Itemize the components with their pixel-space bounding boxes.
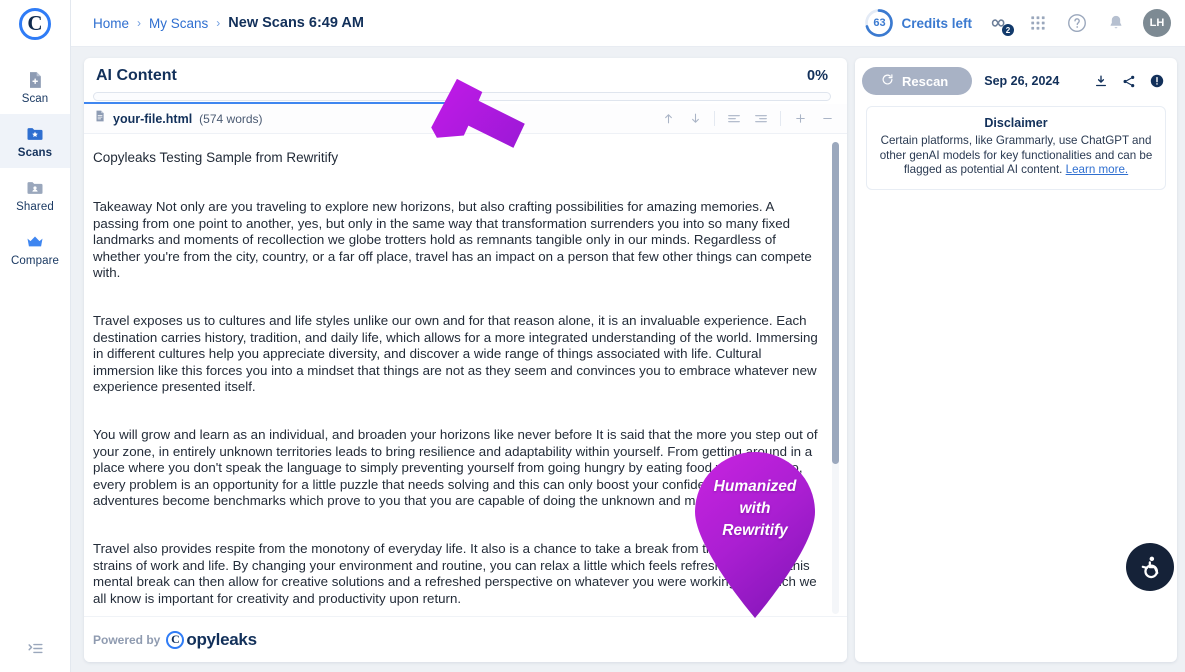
chevron-right-icon: › — [137, 16, 142, 30]
disclaimer-box: Disclaimer Certain platforms, like Gramm… — [866, 106, 1166, 190]
apps-grid-icon[interactable] — [1026, 11, 1050, 35]
credits-count: 63 — [873, 17, 886, 29]
breadcrumb-item-current: New Scans 6:49 AM — [228, 15, 364, 31]
scan-document-icon — [25, 70, 45, 90]
panel-tool-buttons — [1093, 73, 1165, 89]
align-right-icon[interactable] — [753, 111, 769, 127]
active-tab-underline — [84, 102, 446, 104]
scan-result-card: AI Content 0% your-file.html (574 words) — [84, 58, 847, 662]
breadcrumb-item-home[interactable]: Home — [93, 16, 129, 31]
document-paragraph: Travel exposes us to cultures and life s… — [93, 312, 818, 395]
document-title: Copyleaks Testing Sample from Rewritify — [93, 150, 339, 165]
header-actions: 63 Credits left 2 LH — [864, 8, 1171, 38]
sidebar-collapse-button[interactable] — [0, 639, 71, 658]
infinity-icon[interactable]: 2 — [987, 11, 1014, 36]
learn-more-link[interactable]: Learn more. — [1066, 163, 1129, 176]
document-body: Copyleaks Testing Sample from Rewritify … — [84, 134, 847, 628]
top-header: Home › My Scans › New Scans 6:49 AM 63 C… — [71, 0, 1185, 47]
breadcrumb-item-my-scans[interactable]: My Scans — [149, 16, 208, 31]
copyleaks-logo-icon: C — [19, 7, 51, 40]
credits-label: Credits left — [901, 15, 972, 31]
sidebar-item-scans[interactable]: Scans — [0, 114, 70, 168]
sidebar-item-label: Compare — [11, 254, 59, 267]
arrow-down-icon[interactable] — [687, 111, 703, 127]
rescan-row: Rescan Sep 26, 2024 — [855, 58, 1177, 104]
sidebar-item-scan[interactable]: Scan — [0, 60, 70, 114]
ai-content-progress-bar — [93, 92, 831, 101]
app-logo[interactable]: C — [0, 0, 70, 47]
share-icon[interactable] — [1121, 73, 1137, 89]
document-scrollbar-thumb[interactable] — [832, 142, 839, 464]
refresh-icon — [880, 72, 895, 90]
infinity-badge: 2 — [1002, 24, 1014, 36]
folder-user-icon — [25, 178, 45, 198]
toolbar-divider — [714, 111, 715, 126]
arrow-up-icon[interactable] — [660, 111, 676, 127]
download-icon[interactable] — [1093, 73, 1109, 89]
ai-title-row: AI Content 0% — [93, 67, 831, 85]
document-paragraph: Takeaway Not only are you traveling to e… — [93, 199, 812, 281]
align-left-icon[interactable] — [726, 111, 742, 127]
zoom-in-icon[interactable] — [792, 111, 808, 127]
file-toolbar: your-file.html (574 words) — [84, 104, 847, 134]
copyleaks-logo-icon: C — [166, 630, 185, 649]
document-scrollbar[interactable] — [832, 142, 839, 614]
left-sidebar: C Scan Scans Shared Compare — [0, 0, 71, 672]
document-paragraph: Travel also provides respite from the mo… — [93, 540, 817, 606]
file-html-icon — [93, 109, 107, 128]
bell-icon[interactable] — [1104, 11, 1128, 35]
sidebar-item-label: Shared — [16, 200, 54, 213]
alert-info-icon[interactable] — [1149, 73, 1165, 89]
disclaimer-title: Disclaimer — [984, 116, 1048, 130]
credits-ring-icon: 63 — [864, 8, 894, 38]
file-name: your-file.html — [113, 111, 193, 126]
file-tool-buttons — [660, 111, 835, 127]
accessibility-wheelchair-icon — [1141, 556, 1158, 578]
copyleaks-brand-name: opyleaks — [186, 629, 257, 649]
disclaimer-text: Certain platforms, like Grammarly, use C… — [877, 134, 1155, 178]
folder-star-icon — [25, 124, 45, 144]
zoom-out-icon[interactable] — [819, 111, 835, 127]
rescan-label: Rescan — [902, 73, 949, 89]
collapse-menu-icon — [28, 643, 43, 654]
ai-content-header: AI Content 0% — [84, 58, 847, 104]
sidebar-item-compare[interactable]: Compare — [0, 222, 70, 276]
accessibility-button[interactable] — [1126, 543, 1174, 591]
rescan-button[interactable]: Rescan — [862, 67, 973, 95]
crown-icon — [25, 232, 45, 252]
sidebar-item-label: Scans — [17, 146, 53, 159]
breadcrumb: Home › My Scans › New Scans 6:49 AM — [93, 15, 364, 31]
app-root: C Scan Scans Shared Compare Home › My Sc… — [0, 0, 1185, 672]
sidebar-item-label: Scan — [21, 92, 49, 105]
document-paragraph: You will grow and learn as an individual… — [93, 426, 818, 509]
copyleaks-brand: C opyleaks — [166, 629, 257, 650]
credits-indicator[interactable]: 63 Credits left — [864, 8, 972, 38]
powered-by-label: Powered by — [93, 632, 161, 647]
toolbar-divider — [780, 111, 781, 126]
sidebar-item-shared[interactable]: Shared — [0, 168, 70, 222]
scan-date: Sep 26, 2024 — [984, 74, 1060, 88]
ai-content-title: AI Content — [96, 67, 177, 84]
avatar[interactable]: LH — [1143, 9, 1171, 37]
sidebar-nav: Scan Scans Shared Compare — [0, 60, 70, 276]
ai-content-percent: 0% — [807, 68, 828, 84]
chevron-right-icon: › — [216, 16, 221, 30]
help-circle-icon[interactable] — [1065, 11, 1089, 35]
file-word-count: (574 words) — [199, 111, 263, 126]
powered-by-footer: Powered by C opyleaks — [84, 616, 847, 662]
